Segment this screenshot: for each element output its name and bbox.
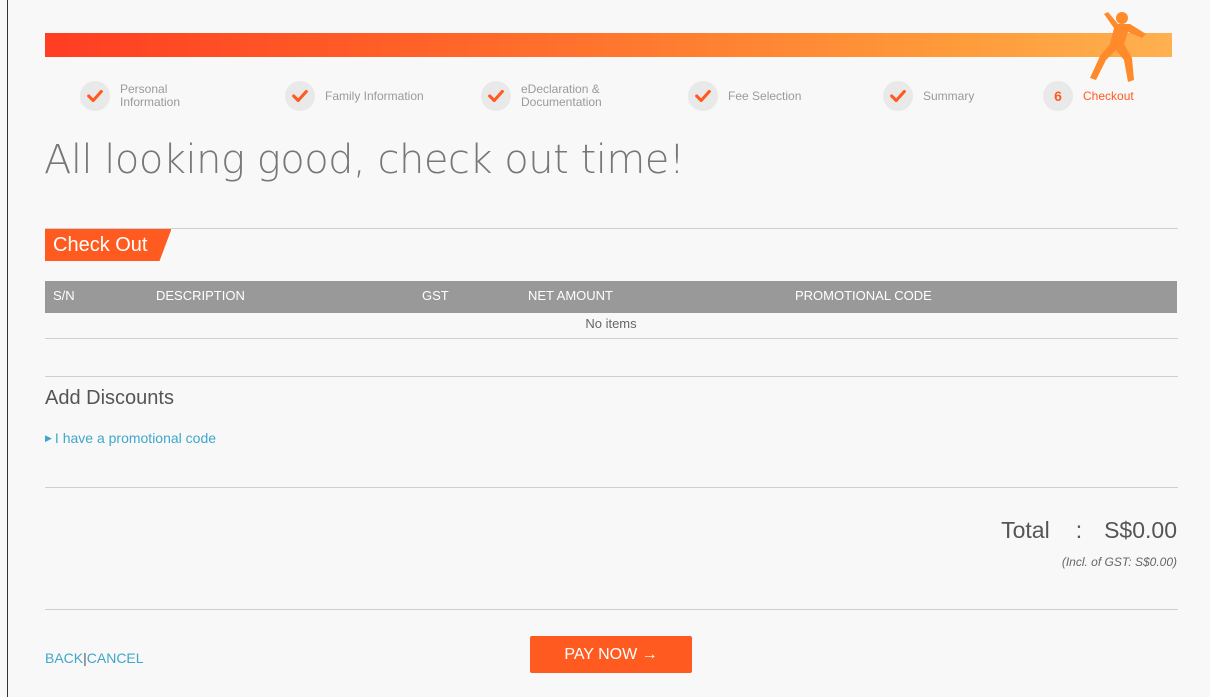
column-header-sn: S/N (53, 288, 75, 303)
step-label: Family Information (325, 88, 424, 103)
step-label: Fee Selection (728, 89, 802, 103)
footer-links: BACK|CANCEL (45, 650, 144, 666)
checkout-table-header: S/N DESCRIPTION GST NET AMOUNT PROMOTION… (45, 281, 1177, 313)
divider (45, 338, 1178, 339)
column-header-promotional-code: PROMOTIONAL CODE (795, 288, 932, 303)
cancel-link[interactable]: CANCEL (87, 650, 144, 666)
add-discounts-heading: Add Discounts (45, 387, 174, 409)
check-icon (285, 81, 315, 111)
divider (45, 376, 1178, 377)
total-label: Total (1001, 517, 1050, 543)
check-icon (80, 81, 110, 111)
check-icon (883, 81, 913, 111)
step-label: Personal Information (120, 82, 181, 109)
page-title: All looking good, check out time! (44, 137, 685, 183)
check-icon (481, 81, 511, 111)
step-label: eDeclaration & Documentation (521, 82, 602, 109)
total-amount: S$0.00 (1104, 517, 1177, 543)
step-label: Checkout (1083, 89, 1134, 103)
divider (45, 487, 1178, 488)
step-personal-information[interactable]: Personal Information (80, 76, 220, 116)
column-header-gst: GST (422, 288, 449, 303)
step-checkout[interactable]: 6 Checkout (1043, 76, 1153, 116)
step-number: 6 (1054, 88, 1062, 104)
step-edeclaration[interactable]: eDeclaration & Documentation (481, 76, 621, 116)
step-family-information[interactable]: Family Information (285, 76, 425, 116)
gst-note: (Incl. of GST: S$0.00) (1061, 555, 1177, 569)
check-icon (688, 81, 718, 111)
step-fee-selection[interactable]: Fee Selection (688, 76, 828, 116)
total-row: Total : S$0.00 (1001, 517, 1177, 544)
divider (45, 609, 1178, 610)
checkout-section-title: Check Out (45, 229, 171, 261)
promo-code-toggle[interactable]: ▶ I have a promotional code (45, 430, 216, 446)
progress-banner (45, 33, 1172, 57)
checkout-stepper: Personal Information Family Information … (0, 76, 1210, 116)
column-header-net-amount: NET AMOUNT (528, 288, 613, 303)
step-summary[interactable]: Summary (883, 76, 1023, 116)
step-number-badge: 6 (1043, 81, 1073, 111)
caret-right-icon: ▶ (45, 432, 52, 443)
total-colon: : (1075, 517, 1083, 543)
column-header-description: DESCRIPTION (156, 288, 245, 303)
back-link[interactable]: BACK (45, 650, 83, 666)
divider (45, 228, 1178, 229)
step-label: Summary (923, 89, 975, 103)
empty-table-message: No items (585, 316, 637, 331)
promo-code-link-label: I have a promotional code (54, 430, 217, 446)
pay-now-button[interactable]: PAY NOW → (530, 636, 692, 673)
